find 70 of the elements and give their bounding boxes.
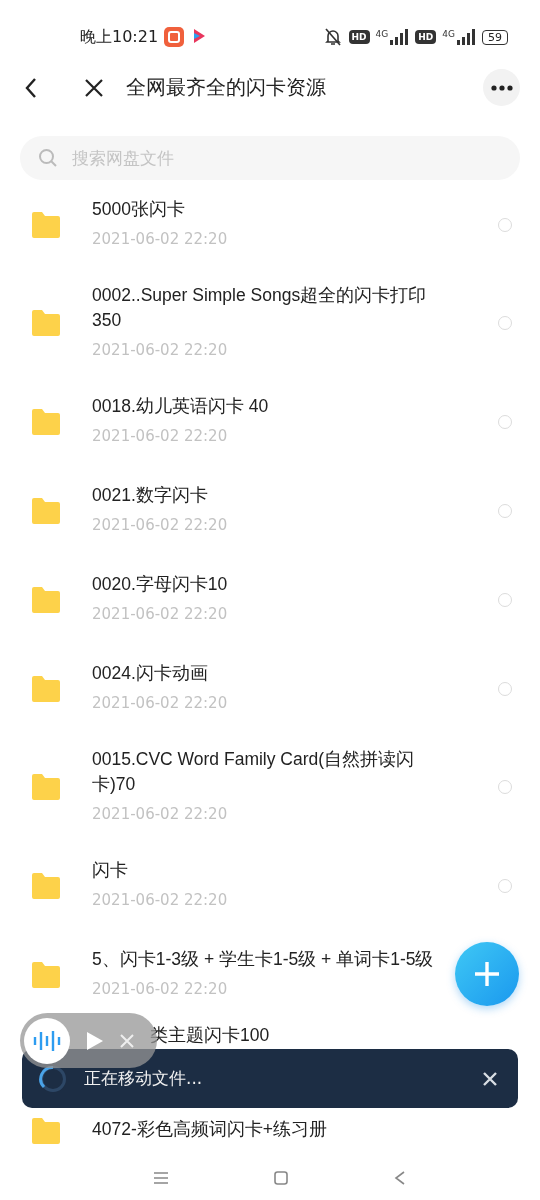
battery-indicator: 59 xyxy=(482,29,508,45)
close-button[interactable] xyxy=(84,77,104,98)
menu-icon[interactable] xyxy=(154,1172,168,1184)
folder-icon xyxy=(30,309,62,337)
folder-icon xyxy=(30,960,62,989)
file-name: 0018.幼儿英语闪卡 40 xyxy=(92,395,270,418)
back-icon xyxy=(24,76,38,99)
signal-icon xyxy=(389,29,410,45)
page-title: 全网最齐全的闪卡资源 xyxy=(126,74,327,101)
file-name: 闪卡 xyxy=(92,859,129,882)
close-icon xyxy=(482,1070,498,1087)
file-name: 0020.字母闪卡10 xyxy=(92,573,229,596)
search-icon xyxy=(38,148,58,168)
close-icon xyxy=(84,77,104,98)
folder-icon xyxy=(30,496,62,525)
folder-icon xyxy=(30,407,62,436)
file-name: 0015.CVC Word Family Card(自然拼读闪卡)70 xyxy=(92,748,416,796)
file-name: 类主题闪卡100 xyxy=(150,1024,271,1047)
folder-icon xyxy=(30,674,62,703)
folder-row[interactable]: 5000张闪卡 2021-06-02 22:20 xyxy=(0,180,540,269)
sound-wave-icon xyxy=(33,1028,61,1053)
toast-message: 正在移动文件... xyxy=(84,1067,204,1090)
home-icon[interactable] xyxy=(274,1171,288,1185)
folder-icon xyxy=(30,585,62,614)
file-name: 5、闪卡1-3级 + 学生卡1-5级 + 单词卡1-5级 xyxy=(92,948,435,971)
network-label: 4G xyxy=(442,29,455,39)
hd-badge: HD xyxy=(415,30,437,44)
folder-icon xyxy=(30,210,62,239)
file-name: 5000张闪卡 xyxy=(92,198,186,221)
signal-icon xyxy=(456,29,476,45)
plus-icon xyxy=(474,961,500,987)
app-icon xyxy=(164,27,185,47)
play-icon xyxy=(86,1030,104,1051)
folder-row[interactable]: 4072-彩色高频词闪卡+练习册 xyxy=(0,1103,540,1156)
folder-row[interactable]: 0018.幼儿英语闪卡 40 2021-06-02 22:20 xyxy=(0,377,540,466)
hd-badge: HD xyxy=(348,30,370,44)
file-name: 4072-彩色高频词闪卡+练习册 xyxy=(92,1118,328,1141)
add-button[interactable] xyxy=(455,942,519,1006)
file-date: 2021-06-02 22:20 xyxy=(92,979,228,1000)
more-button[interactable] xyxy=(483,69,520,106)
file-name: 0021.数字闪卡 xyxy=(92,484,209,507)
folder-row[interactable]: 闪卡 2021-06-02 22:20 xyxy=(0,841,540,930)
clock-time: 晚上10:21 xyxy=(80,26,159,48)
file-date: 2021-06-02 22:20 xyxy=(92,426,228,447)
file-date: 2021-06-02 22:20 xyxy=(92,604,228,625)
folder-icon xyxy=(30,773,62,801)
file-date: 2021-06-02 22:20 xyxy=(92,515,228,536)
more-icon xyxy=(490,84,513,91)
file-date: 2021-06-02 22:20 xyxy=(92,340,228,361)
voice-button[interactable] xyxy=(24,1017,70,1064)
muted-bell-icon xyxy=(322,27,343,47)
folder-row[interactable]: 5、闪卡1-3级 + 学生卡1-5级 + 单词卡1-5级 2021-06-02 22:20 xyxy=(0,930,540,1019)
file-date: 2021-06-02 22:20 xyxy=(92,693,228,714)
folder-row[interactable]: 0024.闪卡动画 2021-06-02 22:20 xyxy=(0,644,540,733)
folder-row[interactable]: 0020.字母闪卡10 2021-06-02 22:20 xyxy=(0,555,540,644)
folder-icon xyxy=(30,871,62,900)
file-date: 2021-06-02 22:20 xyxy=(92,804,228,825)
network-label: 4G xyxy=(375,29,389,39)
play-button[interactable] xyxy=(86,1030,104,1051)
folder-icon xyxy=(30,1117,62,1145)
back-button[interactable] xyxy=(24,76,38,99)
file-name: 0024.闪卡动画 xyxy=(92,662,209,685)
close-icon xyxy=(120,1033,134,1048)
folder-row[interactable]: 0015.CVC Word Family Card(自然拼读闪卡)70 2021-06-02 22:20 xyxy=(0,733,540,841)
file-date: 2021-06-02 22:20 xyxy=(92,229,228,250)
back-icon[interactable] xyxy=(394,1171,406,1185)
folder-row[interactable]: 0002..Super Simple Songs超全的闪卡打印350 2021-06-02 22:20 xyxy=(0,269,540,377)
folder-row[interactable]: 0021.数字闪卡 2021-06-02 22:20 xyxy=(0,466,540,555)
file-date: 2021-06-02 22:20 xyxy=(92,890,228,911)
file-name: 0002..Super Simple Songs超全的闪卡打印350 xyxy=(92,284,428,332)
